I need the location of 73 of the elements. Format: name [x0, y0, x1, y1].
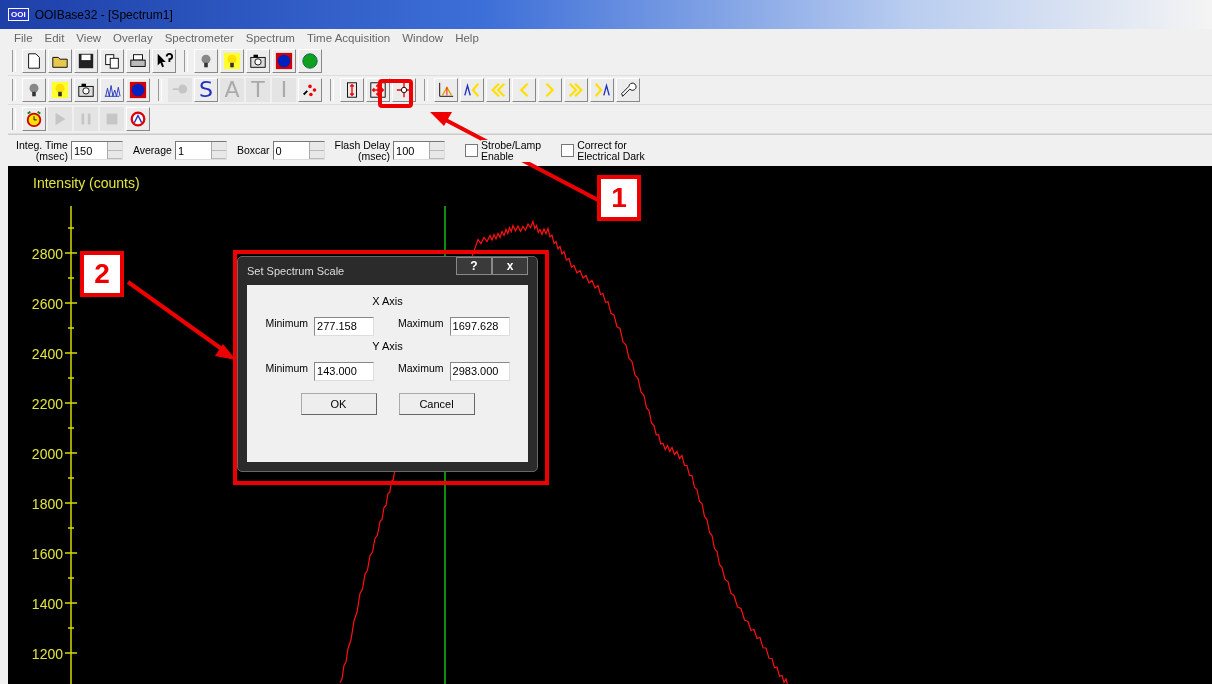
- menu-item[interactable]: Spectrometer: [164, 32, 234, 44]
- field-label: Boxcar: [236, 145, 270, 156]
- spin-field[interactable]: 150: [70, 141, 123, 160]
- window-title: OOIBase32 - [Spectrum1]: [34, 7, 173, 22]
- alarm-clock-icon: [25, 110, 43, 128]
- printer-icon: [129, 52, 147, 70]
- target-icon: [275, 52, 293, 70]
- dialog-button[interactable]: OK: [300, 393, 377, 415]
- tick-label: 2000: [31, 446, 63, 462]
- menu-item[interactable]: Edit: [44, 32, 65, 44]
- menu-item[interactable]: Overlay: [113, 32, 153, 44]
- dialog-title: Set Spectrum Scale: [247, 265, 345, 277]
- floppy-icon: [77, 52, 95, 70]
- field-label: Minimum: [265, 317, 309, 329]
- highlight-frame: [378, 79, 413, 108]
- app-icon: OOI: [8, 8, 29, 21]
- field-label: Integ. Time (msec): [16, 139, 68, 162]
- axis-title: Intensity (counts): [33, 175, 140, 191]
- section-heading: X Axis: [372, 295, 403, 307]
- field-label: Flash Delay (msec): [334, 139, 390, 162]
- bulb-icon: [51, 81, 69, 99]
- field-label: Maximum: [398, 317, 444, 329]
- tick-label: 1800: [31, 496, 63, 512]
- callout-number: 1: [597, 175, 641, 221]
- four-arrows-icon: [369, 81, 387, 99]
- checkbox[interactable]: [465, 144, 478, 157]
- field-label: Maximum: [398, 362, 444, 374]
- double-chevron-right-icon: [567, 81, 585, 99]
- checkbox-label: Strobe/Lamp Enable: [481, 139, 542, 162]
- menu-item[interactable]: Window: [402, 32, 444, 44]
- toolbar-button[interactable]: S: [194, 78, 218, 102]
- callout-number: 2: [80, 251, 124, 297]
- bulb-icon: [223, 52, 241, 70]
- menu-item[interactable]: Time Acquisition: [306, 32, 391, 44]
- tick-label: 2600: [31, 296, 63, 312]
- wrench-icon: [619, 81, 637, 99]
- badge-icon: [129, 110, 147, 128]
- help-cursor-icon: [155, 52, 173, 70]
- menu-item[interactable]: View: [76, 32, 102, 44]
- section-heading: Y Axis: [372, 340, 403, 352]
- circle-icon: [301, 52, 319, 70]
- tick-label: 2200: [31, 396, 63, 412]
- target-icon: [129, 81, 147, 99]
- tick-label: 1200: [31, 646, 63, 662]
- camera-icon: [77, 81, 95, 99]
- input-field[interactable]: 2983.000: [449, 362, 510, 381]
- peak-right-icon: [593, 81, 611, 99]
- spin-field[interactable]: 100: [393, 141, 445, 160]
- camera-icon: [249, 52, 267, 70]
- peak-left-icon: [463, 81, 481, 99]
- copy-icon: [103, 52, 121, 70]
- tick-label: 2400: [31, 346, 63, 362]
- field-label: Average: [132, 145, 172, 156]
- menu-item[interactable]: Spectrum: [245, 32, 295, 44]
- spin-field[interactable]: 1: [174, 141, 227, 160]
- axes-icon: [437, 81, 455, 99]
- tick-label: 1600: [31, 546, 63, 562]
- tick-label: 2800: [31, 246, 63, 262]
- menu-item[interactable]: Help: [455, 32, 479, 44]
- double-chevron-left-icon: [489, 81, 507, 99]
- help-button[interactable]: ?: [456, 257, 492, 275]
- dialog-button[interactable]: Cancel: [398, 393, 475, 415]
- checkbox[interactable]: [561, 144, 575, 157]
- input-field[interactable]: 143.000: [314, 362, 375, 381]
- page-icon: [25, 52, 43, 70]
- input-field[interactable]: 277.158: [314, 317, 375, 336]
- checkbox-label: Correct for Electrical Dark: [577, 139, 645, 162]
- close-button[interactable]: x: [492, 257, 528, 275]
- input-field[interactable]: 1697.628: [449, 317, 510, 336]
- tick-label: 1400: [31, 596, 63, 612]
- spin-field[interactable]: 0: [272, 141, 325, 160]
- menu-item[interactable]: File: [14, 32, 33, 44]
- field-label: Minimum: [265, 362, 309, 374]
